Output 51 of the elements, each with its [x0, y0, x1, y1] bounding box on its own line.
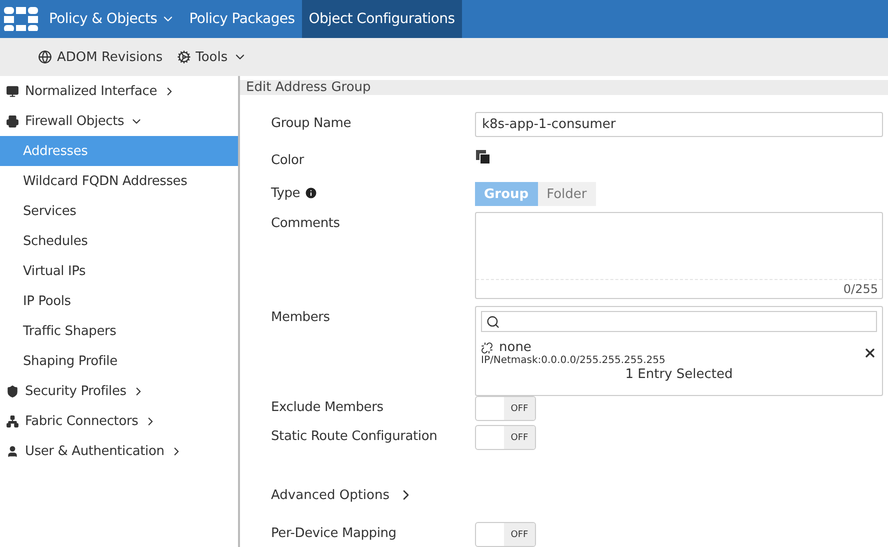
info-icon: [304, 186, 318, 200]
toggle-switch[interactable]: OFF: [475, 522, 536, 547]
user-icon: [6, 444, 19, 458]
field-label: Color: [271, 152, 306, 170]
network-icon: [6, 414, 19, 428]
toggle-switch[interactable]: OFF: [475, 425, 536, 450]
sidebar-item[interactable]: Wildcard FQDN Addresses: [0, 166, 238, 196]
nav-tab[interactable]: Policy & Objects: [42, 0, 182, 38]
comments-field[interactable]: 0/255: [475, 212, 883, 299]
panel-title: Edit Address Group: [240, 80, 888, 95]
toolbar-button[interactable]: ADOM Revisions: [38, 50, 163, 64]
monitor-icon: [6, 84, 19, 98]
logo-icon: [4, 7, 38, 31]
field-label: Exclude Members: [271, 399, 384, 417]
nav-tab[interactable]: Policy Packages: [182, 0, 302, 38]
unlink-icon: [481, 342, 493, 354]
sidebar-item[interactable]: Schedules: [0, 226, 238, 256]
color-icon: [475, 149, 491, 165]
field-label: Static Route Configuration: [271, 428, 438, 446]
member-detail: IP/Netmask:0.0.0.0/255.255.255.255: [481, 355, 666, 366]
type-option[interactable]: Folder: [538, 182, 596, 206]
sidebar-item[interactable]: Traffic Shapers: [0, 316, 238, 346]
shield-icon: [6, 384, 19, 398]
group-name-field[interactable]: k8s-app-1-consumer: [475, 112, 883, 137]
advanced-options-link[interactable]: Advanced Options: [271, 454, 475, 522]
sidebar-group[interactable]: User & Authentication: [0, 436, 238, 466]
member-name: none: [481, 340, 666, 355]
field-label: Group Name: [271, 115, 352, 133]
sidebar-item[interactable]: Shaping Profile: [0, 346, 238, 376]
field-label: Members: [271, 309, 331, 327]
sidebar-item[interactable]: Services: [0, 196, 238, 226]
field-label: Comments: [271, 215, 341, 233]
sidebar-item[interactable]: IP Pools: [0, 286, 238, 316]
sidebar-group[interactable]: Firewall Objects: [0, 106, 238, 136]
selection-count: 1 Entry Selected: [624, 366, 734, 384]
toolbar-button[interactable]: Tools: [176, 50, 247, 64]
character-counter: 0/255: [476, 279, 882, 298]
search-icon: [486, 314, 500, 328]
member-search-field[interactable]: [481, 311, 877, 332]
field-label: Type: [271, 182, 475, 212]
printer-icon: [6, 114, 19, 128]
field-label: Per-Device Mapping: [271, 525, 398, 543]
remove-icon[interactable]: [863, 346, 877, 360]
sidebar-group[interactable]: Security Profiles: [0, 376, 238, 406]
gear-icon: [176, 50, 191, 64]
toggle-switch[interactable]: OFF: [475, 396, 536, 421]
sidebar-group[interactable]: Fabric Connectors: [0, 406, 238, 436]
nav-tab[interactable]: Object Configurations: [302, 0, 462, 38]
sidebar-item[interactable]: Virtual IPs: [0, 256, 238, 286]
globe-icon: [38, 50, 52, 64]
sidebar-group[interactable]: Normalized Interface: [0, 76, 238, 106]
